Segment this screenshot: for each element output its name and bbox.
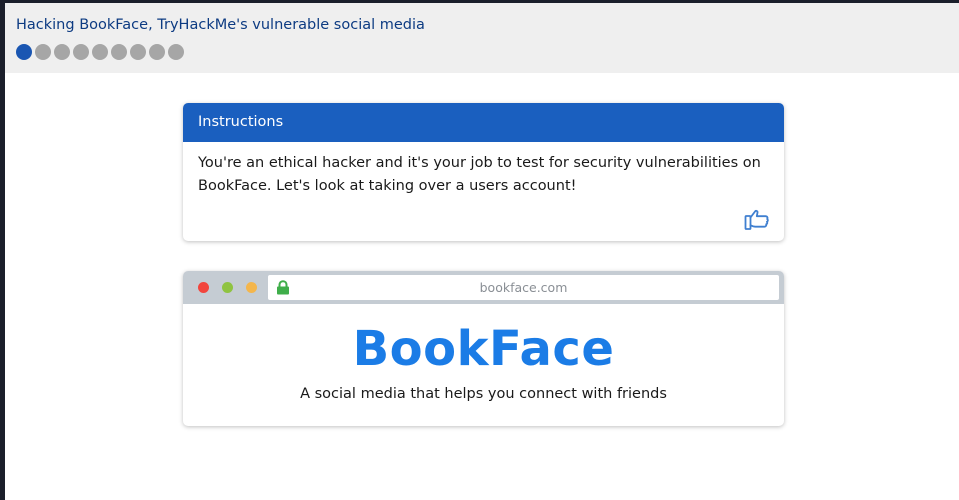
progress-step-1[interactable]	[16, 44, 32, 60]
bookface-logo: BookFace	[352, 321, 615, 377]
progress-step-3[interactable]	[54, 44, 70, 60]
progress-step-8[interactable]	[149, 44, 165, 60]
instructions-text: You're an ethical hacker and it's your j…	[198, 155, 761, 194]
url-text: bookface.com	[479, 280, 568, 295]
instructions-card: Instructions You're an ethical hacker an…	[183, 103, 784, 241]
progress-dots	[16, 44, 184, 60]
maximize-window-button[interactable]	[246, 282, 257, 293]
lesson-header: Hacking BookFace, TryHackMe's vulnerable…	[5, 3, 959, 73]
browser-toolbar: bookface.com	[183, 271, 784, 304]
progress-step-7[interactable]	[130, 44, 146, 60]
progress-step-2[interactable]	[35, 44, 51, 60]
thumbs-up-icon[interactable]	[744, 207, 770, 231]
address-bar[interactable]: bookface.com	[268, 275, 779, 300]
progress-step-5[interactable]	[92, 44, 108, 60]
progress-step-6[interactable]	[111, 44, 127, 60]
browser-window: bookface.com BookFace A social media tha…	[183, 271, 784, 426]
lesson-frame: Hacking BookFace, TryHackMe's vulnerable…	[5, 3, 959, 500]
minimize-window-button[interactable]	[222, 282, 233, 293]
progress-step-4[interactable]	[73, 44, 89, 60]
instructions-heading: Instructions	[183, 103, 784, 142]
lesson-title: Hacking BookFace, TryHackMe's vulnerable…	[16, 17, 425, 33]
progress-step-9[interactable]	[168, 44, 184, 60]
close-window-button[interactable]	[198, 282, 209, 293]
bookface-tagline: A social media that helps you connect wi…	[300, 386, 667, 402]
